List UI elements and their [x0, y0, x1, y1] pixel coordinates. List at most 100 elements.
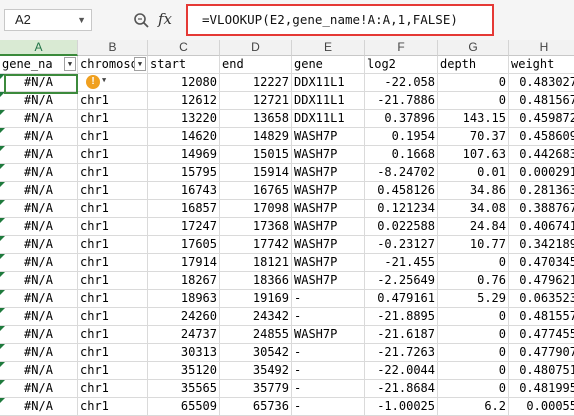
cell[interactable]: 14969: [148, 146, 220, 164]
cell[interactable]: 35779: [220, 380, 292, 398]
cell[interactable]: -8.24702: [365, 164, 438, 182]
cell[interactable]: chr1: [78, 200, 148, 218]
cell[interactable]: 12080: [148, 74, 220, 92]
cell[interactable]: chr1: [78, 164, 148, 182]
cell[interactable]: WASH7P: [292, 272, 365, 290]
cell[interactable]: chr1: [78, 290, 148, 308]
header-cell-a[interactable]: gene_na ▼: [0, 56, 78, 74]
cell[interactable]: 0: [438, 74, 509, 92]
cell[interactable]: #N/A: [0, 110, 78, 128]
warning-icon[interactable]: !: [86, 75, 100, 89]
cell[interactable]: #N/A: [0, 362, 78, 380]
cell[interactable]: 12721: [220, 92, 292, 110]
cell[interactable]: 70.37: [438, 128, 509, 146]
cell[interactable]: 10.77: [438, 236, 509, 254]
cell[interactable]: -21.7263: [365, 344, 438, 362]
cell[interactable]: -: [292, 344, 365, 362]
cell[interactable]: 0.481567: [509, 92, 574, 110]
cell[interactable]: 6.2: [438, 398, 509, 416]
cell[interactable]: DDX11L1: [292, 74, 365, 92]
cell[interactable]: 16857: [148, 200, 220, 218]
header-cell-b[interactable]: chromosom ▼: [78, 56, 148, 74]
cell[interactable]: 0.000291: [509, 164, 574, 182]
cell[interactable]: #N/A: [0, 344, 78, 362]
cell[interactable]: 15914: [220, 164, 292, 182]
cell[interactable]: -: [292, 290, 365, 308]
column-header-b[interactable]: B: [78, 40, 148, 56]
cell[interactable]: WASH7P: [292, 146, 365, 164]
cell[interactable]: #N/A: [0, 254, 78, 272]
cell[interactable]: 0.37896: [365, 110, 438, 128]
cell[interactable]: #N/A: [0, 146, 78, 164]
cell[interactable]: #N/A: [0, 92, 78, 110]
cell[interactable]: 0.442683: [509, 146, 574, 164]
cell[interactable]: 0: [438, 254, 509, 272]
cell[interactable]: 0: [438, 92, 509, 110]
formula-input[interactable]: =VLOOKUP(E2,gene_name!A:A,1,FALSE): [186, 4, 494, 36]
cell[interactable]: 13220: [148, 110, 220, 128]
cell[interactable]: DDX11L1: [292, 110, 365, 128]
cell[interactable]: 0.470345: [509, 254, 574, 272]
cell[interactable]: WASH7P: [292, 236, 365, 254]
cell[interactable]: -21.8895: [365, 308, 438, 326]
column-header-h[interactable]: H: [509, 40, 574, 56]
cell[interactable]: WASH7P: [292, 200, 365, 218]
name-box[interactable]: A2 ▼: [4, 9, 92, 31]
cell[interactable]: 24.84: [438, 218, 509, 236]
cell[interactable]: 16765: [220, 182, 292, 200]
cell[interactable]: 0.121234: [365, 200, 438, 218]
column-header-a[interactable]: A: [0, 40, 78, 56]
cell[interactable]: 15795: [148, 164, 220, 182]
column-header-d[interactable]: D: [220, 40, 292, 56]
cell[interactable]: WASH7P: [292, 326, 365, 344]
cell[interactable]: 24737: [148, 326, 220, 344]
cell[interactable]: 14829: [220, 128, 292, 146]
header-cell-f[interactable]: log2: [365, 56, 438, 74]
cell[interactable]: 34.86: [438, 182, 509, 200]
cell[interactable]: chr1: [78, 362, 148, 380]
cell[interactable]: 24260: [148, 308, 220, 326]
cell[interactable]: 0: [438, 308, 509, 326]
cell[interactable]: #N/A: [0, 290, 78, 308]
cell[interactable]: chr1: [78, 146, 148, 164]
cell[interactable]: 18366: [220, 272, 292, 290]
cell[interactable]: 0.481557: [509, 308, 574, 326]
cell[interactable]: 24342: [220, 308, 292, 326]
cell[interactable]: 0.1668: [365, 146, 438, 164]
cell[interactable]: 0.00055: [509, 398, 574, 416]
cell[interactable]: #N/A: [0, 164, 78, 182]
cell[interactable]: 35120: [148, 362, 220, 380]
cell[interactable]: #N/A: [0, 398, 78, 416]
cell[interactable]: 0.01: [438, 164, 509, 182]
cell[interactable]: #N/A: [0, 182, 78, 200]
cell[interactable]: chr1: [78, 236, 148, 254]
cell[interactable]: 17247: [148, 218, 220, 236]
header-cell-d[interactable]: end: [220, 56, 292, 74]
cell[interactable]: WASH7P: [292, 254, 365, 272]
chevron-down-icon[interactable]: ▼: [77, 10, 86, 30]
cell[interactable]: 0.281363: [509, 182, 574, 200]
cell[interactable]: 12227: [220, 74, 292, 92]
cell[interactable]: 13658: [220, 110, 292, 128]
cell[interactable]: 0.477455: [509, 326, 574, 344]
cell[interactable]: -21.6187: [365, 326, 438, 344]
cell[interactable]: -: [292, 362, 365, 380]
header-cell-c[interactable]: start: [148, 56, 220, 74]
cell[interactable]: #N/A: [0, 308, 78, 326]
cell[interactable]: 0.388767: [509, 200, 574, 218]
header-cell-g[interactable]: depth: [438, 56, 509, 74]
header-cell-e[interactable]: gene: [292, 56, 365, 74]
cell[interactable]: 143.15: [438, 110, 509, 128]
cell[interactable]: 0: [438, 380, 509, 398]
cell[interactable]: 19169: [220, 290, 292, 308]
cell[interactable]: -1.00025: [365, 398, 438, 416]
cell[interactable]: 107.63: [438, 146, 509, 164]
cell[interactable]: chr1: [78, 398, 148, 416]
cell[interactable]: chr1: [78, 308, 148, 326]
cell[interactable]: WASH7P: [292, 182, 365, 200]
cell[interactable]: 14620: [148, 128, 220, 146]
cell[interactable]: 0.406741: [509, 218, 574, 236]
cell[interactable]: 0.479161: [365, 290, 438, 308]
cell[interactable]: 18267: [148, 272, 220, 290]
cell[interactable]: 65736: [220, 398, 292, 416]
